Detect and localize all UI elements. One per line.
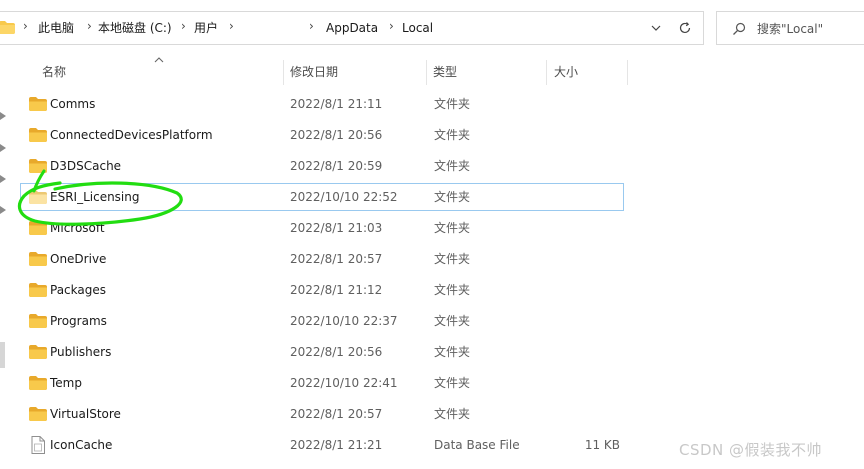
file-row[interactable]: IconCache 2022/8/1 21:21 Data Base File … (20, 431, 624, 459)
file-type: 文件夹 (434, 221, 471, 235)
file-row[interactable]: Temp 2022/10/10 22:41 文件夹 (20, 369, 624, 397)
search-box[interactable] (716, 11, 864, 45)
file-row[interactable]: Microsoft 2022/8/1 21:03 文件夹 (20, 214, 624, 242)
column-header-size[interactable]: 大小 (554, 64, 578, 80)
file-row-selected[interactable]: ESRI_Licensing 2022/10/10 22:52 文件夹 (20, 183, 624, 211)
folder-icon (29, 128, 47, 142)
search-input[interactable] (757, 20, 864, 38)
chevron-right-icon[interactable]: › (229, 19, 234, 33)
folder-icon (29, 221, 47, 235)
file-type: 文件夹 (434, 252, 471, 266)
chevron-right-icon[interactable]: › (181, 19, 186, 33)
file-name: Temp (50, 376, 82, 390)
column-divider[interactable] (283, 60, 284, 85)
chevron-right-icon[interactable] (0, 206, 6, 214)
column-header-name[interactable]: 名称 (42, 64, 66, 80)
file-modified: 2022/8/1 21:21 (290, 438, 383, 452)
file-modified: 2022/10/10 22:52 (290, 190, 398, 204)
file-size: 11 KB (584, 438, 620, 452)
column-divider[interactable] (546, 60, 547, 85)
chevron-right-icon[interactable]: › (87, 19, 92, 33)
file-row[interactable]: Publishers 2022/8/1 20:56 文件夹 (20, 338, 624, 366)
file-row[interactable]: OneDrive 2022/8/1 20:57 文件夹 (20, 245, 624, 273)
file-name: Programs (50, 314, 107, 328)
file-row[interactable]: VirtualStore 2022/8/1 20:57 文件夹 (20, 400, 624, 428)
column-header-type[interactable]: 类型 (433, 64, 457, 80)
file-type: 文件夹 (434, 407, 471, 421)
search-icon (733, 22, 746, 35)
nav-pane-scrollbar[interactable] (0, 342, 5, 368)
file-modified: 2022/8/1 21:11 (290, 97, 383, 111)
file-modified: 2022/10/10 22:41 (290, 376, 398, 390)
refresh-icon[interactable] (677, 20, 693, 36)
chevron-right-icon[interactable]: › (309, 19, 314, 33)
chevron-right-icon[interactable]: › (389, 19, 394, 33)
file-type: 文件夹 (434, 159, 471, 173)
file-type: Data Base File (434, 438, 520, 452)
folder-icon (29, 159, 47, 173)
file-type: 文件夹 (434, 97, 471, 111)
file-row[interactable]: Comms 2022/8/1 21:11 文件夹 (20, 90, 624, 118)
file-name: ESRI_Licensing (50, 190, 140, 204)
folder-icon (29, 252, 47, 266)
file-row[interactable]: D3DSCache 2022/8/1 20:59 文件夹 (20, 152, 624, 180)
breadcrumb-users[interactable]: 用户 (194, 20, 218, 36)
file-name: Publishers (50, 345, 112, 359)
folder-icon (29, 190, 47, 204)
file-modified: 2022/8/1 20:59 (290, 159, 383, 173)
file-modified: 2022/8/1 21:03 (290, 221, 383, 235)
file-row[interactable]: ConnectedDevicesPlatform 2022/8/1 20:56 … (20, 121, 624, 149)
breadcrumb-local[interactable]: Local (402, 20, 433, 36)
file-name: D3DSCache (50, 159, 122, 173)
file-name: ConnectedDevicesPlatform (50, 128, 213, 142)
file-modified: 2022/8/1 21:12 (290, 283, 383, 297)
file-row[interactable]: Programs 2022/10/10 22:37 文件夹 (20, 307, 624, 335)
watermark: CSDN @假装我不帅 (679, 441, 823, 459)
file-modified: 2022/8/1 20:57 (290, 407, 383, 421)
chevron-right-icon[interactable] (0, 144, 6, 152)
file-icon (31, 436, 45, 454)
breadcrumb-this-pc[interactable]: 此电脑 (38, 20, 74, 36)
breadcrumb-local-disk[interactable]: 本地磁盘 (C:) (98, 20, 172, 36)
breadcrumb-appdata[interactable]: AppData (326, 20, 378, 36)
file-modified: 2022/8/1 20:56 (290, 128, 383, 142)
file-name: VirtualStore (50, 407, 121, 421)
chevron-right-icon[interactable]: › (23, 19, 28, 33)
file-modified: 2022/8/1 20:56 (290, 345, 383, 359)
file-modified: 2022/8/1 20:57 (290, 252, 383, 266)
file-name: Microsoft (50, 221, 105, 235)
file-explorer-window: › 此电脑 › 本地磁盘 (C:) › 用户 › › AppData › Loc… (0, 0, 864, 469)
file-name: Packages (50, 283, 106, 297)
column-header-modified[interactable]: 修改日期 (290, 64, 338, 80)
folder-icon (29, 314, 47, 328)
chevron-right-icon[interactable] (0, 112, 6, 120)
folder-icon (29, 376, 47, 390)
file-type: 文件夹 (434, 314, 471, 328)
chevron-down-icon[interactable] (648, 20, 664, 36)
file-name: OneDrive (50, 252, 107, 266)
column-divider[interactable] (426, 60, 427, 85)
file-type: 文件夹 (434, 283, 471, 297)
file-type: 文件夹 (434, 128, 471, 142)
chevron-right-icon[interactable] (0, 175, 6, 183)
sort-ascending-icon (154, 57, 164, 63)
folder-icon (29, 283, 47, 297)
address-bar[interactable]: › 此电脑 › 本地磁盘 (C:) › 用户 › › AppData › Loc… (0, 11, 704, 45)
file-name: Comms (50, 97, 96, 111)
folder-icon (0, 21, 15, 34)
column-divider[interactable] (627, 60, 628, 85)
file-type: 文件夹 (434, 345, 471, 359)
file-type: 文件夹 (434, 376, 471, 390)
folder-icon (29, 97, 47, 111)
file-type: 文件夹 (434, 190, 471, 204)
folder-icon (29, 407, 47, 421)
file-modified: 2022/10/10 22:37 (290, 314, 398, 328)
folder-icon (29, 345, 47, 359)
file-row[interactable]: Packages 2022/8/1 21:12 文件夹 (20, 276, 624, 304)
file-name: IconCache (50, 438, 113, 452)
